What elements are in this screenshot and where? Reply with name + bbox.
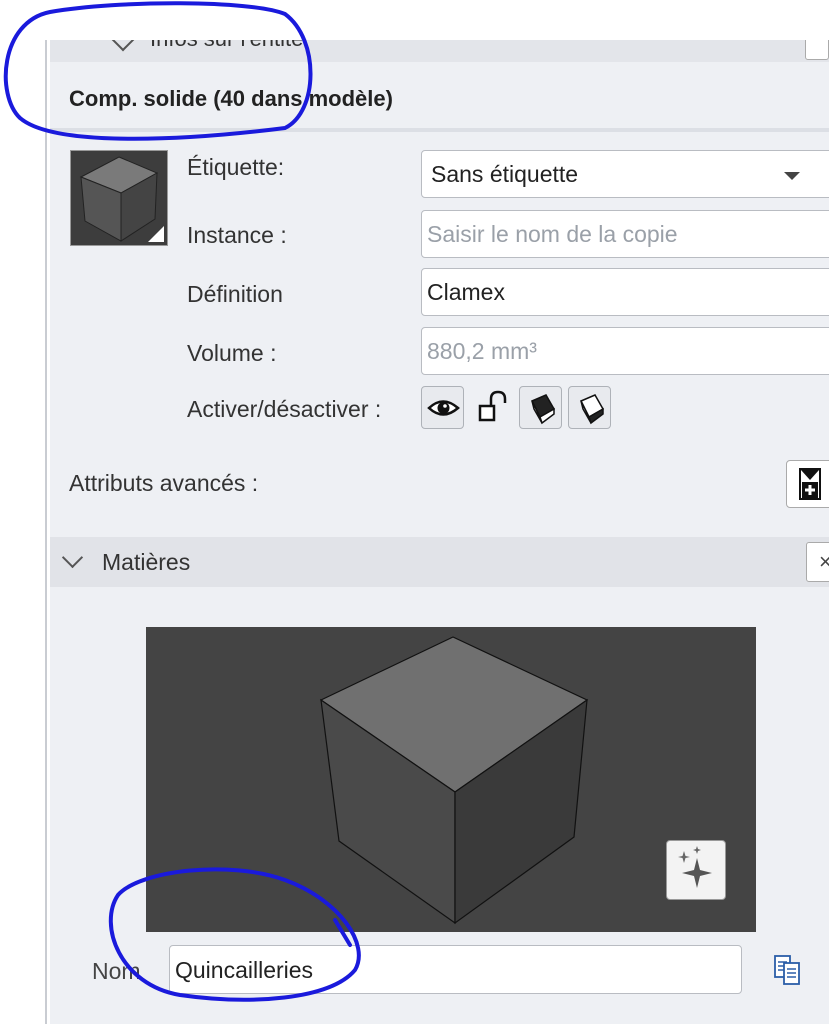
volume-field: 880,2 mm³ bbox=[421, 327, 829, 375]
eye-icon bbox=[427, 400, 460, 416]
cast-shadows-icon bbox=[579, 394, 605, 425]
chevron-down-icon bbox=[784, 172, 800, 180]
entity-info-title: Infos sur l'entité bbox=[150, 40, 303, 52]
sparkle-icon bbox=[678, 846, 712, 888]
chevron-down-icon[interactable] bbox=[111, 40, 135, 52]
copy-icon bbox=[774, 955, 800, 985]
material-preview bbox=[146, 627, 756, 932]
receive-shadows-button[interactable] bbox=[519, 386, 562, 429]
close-button[interactable] bbox=[805, 40, 829, 60]
divider bbox=[50, 128, 829, 132]
volume-label: Volume : bbox=[187, 340, 277, 366]
definition-input[interactable]: Clamex bbox=[421, 268, 829, 316]
entity-info-header[interactable]: Infos sur l'entité bbox=[50, 40, 829, 62]
tag-dropdown[interactable]: Sans étiquette bbox=[421, 150, 829, 198]
chevron-down-icon[interactable] bbox=[61, 546, 84, 569]
sample-paint-button[interactable] bbox=[666, 840, 726, 900]
materials-close-button[interactable]: × bbox=[806, 542, 829, 582]
definition-label: Définition bbox=[187, 281, 283, 307]
material-name-value: Quincailleries bbox=[175, 957, 314, 983]
tag-value: Sans étiquette bbox=[431, 161, 579, 187]
copy-material-button[interactable] bbox=[770, 952, 806, 988]
resize-corner-icon bbox=[148, 226, 164, 242]
receive-shadows-icon bbox=[530, 394, 556, 425]
cube-preview bbox=[319, 636, 589, 925]
materials-title: Matières bbox=[102, 549, 191, 575]
cast-shadows-button[interactable] bbox=[568, 386, 611, 429]
material-name-input[interactable]: Quincailleries bbox=[169, 945, 742, 994]
advanced-attributes-label: Attributs avancés : bbox=[69, 470, 259, 496]
instance-input[interactable]: Saisir le nom de la copie bbox=[421, 210, 829, 258]
definition-value: Clamex bbox=[427, 279, 505, 305]
instance-placeholder: Saisir le nom de la copie bbox=[427, 221, 678, 247]
tag-label: Étiquette: bbox=[187, 154, 285, 180]
materials-header[interactable]: Matières × bbox=[50, 537, 829, 587]
visibility-toggle-button[interactable] bbox=[421, 386, 464, 429]
material-name-label: Nom bbox=[92, 958, 141, 984]
lock-open-icon bbox=[478, 390, 507, 422]
expand-attributes-icon bbox=[799, 468, 821, 500]
lock-toggle-button[interactable] bbox=[472, 386, 512, 429]
toggle-label: Activer/désactiver : bbox=[187, 396, 382, 422]
left-divider bbox=[45, 40, 47, 1024]
advanced-attributes-button[interactable] bbox=[786, 460, 829, 508]
entity-heading: Comp. solide (40 dans modèle) bbox=[69, 86, 393, 111]
volume-value: 880,2 mm³ bbox=[427, 338, 537, 364]
component-thumbnail[interactable] bbox=[70, 150, 168, 246]
instance-label: Instance : bbox=[187, 222, 287, 248]
